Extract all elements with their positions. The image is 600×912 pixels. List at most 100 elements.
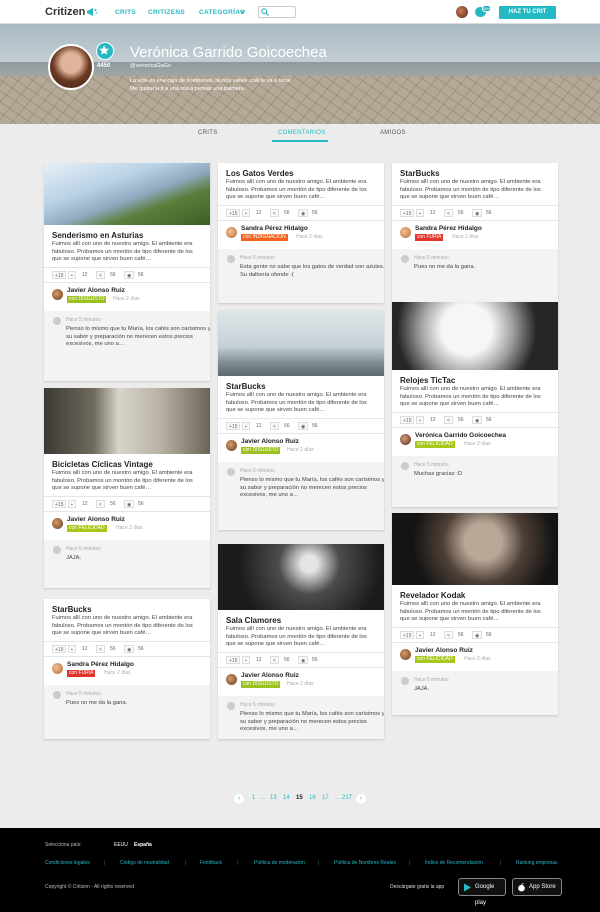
share-icon[interactable]: <: [444, 631, 453, 639]
author-avatar[interactable]: [226, 674, 237, 685]
comment-icon[interactable]: ▪: [68, 271, 76, 279]
author-name[interactable]: Javier Alonso Ruiz: [415, 647, 473, 654]
crit-card[interactable]: Los Gatos Verdes Fuimos allí con uno de n…: [218, 163, 384, 303]
crit-title[interactable]: Revelador Kodak: [400, 591, 465, 600]
author-name[interactable]: Verónica Garrido Goicoechea: [415, 432, 506, 439]
share-icon[interactable]: <: [270, 656, 279, 664]
pagination-page[interactable]: 14: [283, 795, 290, 801]
google-play-button[interactable]: Google play: [458, 878, 506, 906]
views-icon[interactable]: ◉: [124, 271, 135, 279]
crit-image[interactable]: [392, 513, 558, 585]
crit-card[interactable]: Bicicletas Cíclicas Vintage Fuimos allí c…: [44, 388, 210, 588]
author-name[interactable]: Javier Alonso Ruiz: [67, 516, 125, 523]
footer-link-neutralidad[interactable]: Código de neutralidad: [120, 860, 169, 866]
like-count-button[interactable]: +15: [52, 500, 67, 508]
pagination-page[interactable]: 15: [296, 795, 303, 801]
views-icon[interactable]: ◉: [298, 656, 309, 664]
author-name[interactable]: Javier Alonso Ruiz: [67, 287, 125, 294]
crit-title[interactable]: Relojes TicTac: [400, 376, 455, 385]
crit-image[interactable]: [218, 544, 384, 610]
crit-title[interactable]: Bicicletas Cíclicas Vintage: [52, 460, 153, 469]
author-avatar[interactable]: [52, 289, 63, 300]
crit-image[interactable]: [218, 310, 384, 376]
crit-card[interactable]: StarBucks Fuimos allí con uno de nuestro …: [218, 310, 384, 530]
author-avatar[interactable]: [400, 227, 411, 238]
crit-card[interactable]: Sala Clamores Fuimos allí con uno de nues…: [218, 544, 384, 739]
author-name[interactable]: Javier Alonso Ruiz: [241, 438, 299, 445]
author-name[interactable]: Sandra Pérez Hidalgo: [241, 225, 308, 232]
author-avatar[interactable]: [52, 518, 63, 529]
author-name[interactable]: Javier Alonso Ruiz: [241, 672, 299, 679]
country-espana[interactable]: España: [134, 842, 152, 848]
share-icon[interactable]: <: [96, 645, 105, 653]
footer-link-ranking[interactable]: Ranking empresas: [516, 860, 558, 866]
like-count-button[interactable]: +15: [226, 209, 241, 217]
footer-link-recomendacion[interactable]: Índice de Recomendación: [425, 860, 483, 866]
nav-categorias[interactable]: CATEGORÍAS: [199, 9, 245, 16]
like-count-button[interactable]: +15: [52, 271, 67, 279]
crit-title[interactable]: StarBucks: [226, 382, 266, 391]
crit-card[interactable]: Senderismo en Asturias Fuimos allí con un…: [44, 163, 210, 381]
pagination-page[interactable]: 217: [342, 795, 352, 801]
tab-comentarios[interactable]: COMENTARIOS: [278, 130, 326, 136]
views-icon[interactable]: ◉: [472, 416, 483, 424]
like-count-button[interactable]: +15: [52, 645, 67, 653]
tab-amigos[interactable]: AMIGOS: [380, 130, 406, 136]
create-crit-button[interactable]: HAZ TU CRIT: [499, 6, 556, 19]
comment-icon[interactable]: ▪: [416, 416, 424, 424]
crit-card[interactable]: StarBucks Fuimos allí con uno de nuestro …: [44, 599, 210, 739]
share-icon[interactable]: <: [270, 422, 279, 430]
crit-image[interactable]: [44, 388, 210, 454]
views-icon[interactable]: ◉: [298, 209, 309, 217]
like-count-button[interactable]: +15: [400, 631, 415, 639]
comment-icon[interactable]: ▪: [68, 500, 76, 508]
author-name[interactable]: Sandra Pérez Hidalgo: [415, 225, 482, 232]
critizen-logo[interactable]: Critizen: [45, 6, 85, 18]
pagination-next-button[interactable]: ›: [356, 794, 366, 804]
tab-crits[interactable]: CRITS: [198, 130, 218, 136]
nav-crits[interactable]: CRITS: [115, 9, 136, 16]
nav-critizens[interactable]: CRITIZENS: [148, 9, 185, 16]
views-icon[interactable]: ◉: [124, 500, 135, 508]
comment-icon[interactable]: ▪: [416, 209, 424, 217]
like-count-button[interactable]: +15: [226, 656, 241, 664]
author-avatar[interactable]: [52, 663, 63, 674]
footer-link-feedback[interactable]: Feedback: [200, 860, 222, 866]
pagination-prev-button[interactable]: ‹: [234, 794, 244, 804]
crit-card[interactable]: Relojes TicTac Fuimos allí con uno de nue…: [392, 302, 558, 507]
comment-icon[interactable]: ▪: [416, 631, 424, 639]
user-avatar[interactable]: [456, 6, 468, 18]
crit-image[interactable]: [392, 302, 558, 370]
pagination-page[interactable]: 16: [309, 795, 316, 801]
crit-title[interactable]: StarBucks: [400, 169, 440, 178]
like-count-button[interactable]: +15: [226, 422, 241, 430]
crit-card[interactable]: Revelador Kodak Fuimos allí con uno de nu…: [392, 513, 558, 715]
author-avatar[interactable]: [226, 227, 237, 238]
comment-icon[interactable]: ▪: [68, 645, 76, 653]
share-icon[interactable]: <: [444, 416, 453, 424]
share-icon[interactable]: <: [270, 209, 279, 217]
like-count-button[interactable]: +15: [400, 209, 415, 217]
pagination-page[interactable]: 1: [252, 795, 255, 801]
crit-title[interactable]: Los Gatos Verdes: [226, 169, 294, 178]
comment-icon[interactable]: ▪: [242, 656, 250, 664]
share-icon[interactable]: <: [96, 271, 105, 279]
views-icon[interactable]: ◉: [124, 645, 135, 653]
app-store-button[interactable]: App Store: [512, 878, 562, 896]
footer-link-moderacion[interactable]: Política de moderación: [254, 860, 305, 866]
author-avatar[interactable]: [400, 434, 411, 445]
author-avatar[interactable]: [400, 649, 411, 660]
share-icon[interactable]: <: [96, 500, 105, 508]
like-count-button[interactable]: +15: [400, 416, 415, 424]
crit-title[interactable]: Senderismo en Asturias: [52, 231, 143, 240]
country-eeuu[interactable]: EEUU: [114, 842, 128, 848]
crit-card[interactable]: StarBucks Fuimos allí con uno de nuestro …: [392, 163, 558, 303]
views-icon[interactable]: ◉: [298, 422, 309, 430]
footer-link-legal[interactable]: Condiciones legales: [45, 860, 90, 866]
views-icon[interactable]: ◉: [472, 209, 483, 217]
crit-image[interactable]: [44, 163, 210, 225]
pagination-page[interactable]: 17: [322, 795, 329, 801]
crit-title[interactable]: StarBucks: [52, 605, 92, 614]
footer-link-nombres-reales[interactable]: Política de Nombres Reales: [334, 860, 396, 866]
comment-icon[interactable]: ▪: [242, 422, 250, 430]
